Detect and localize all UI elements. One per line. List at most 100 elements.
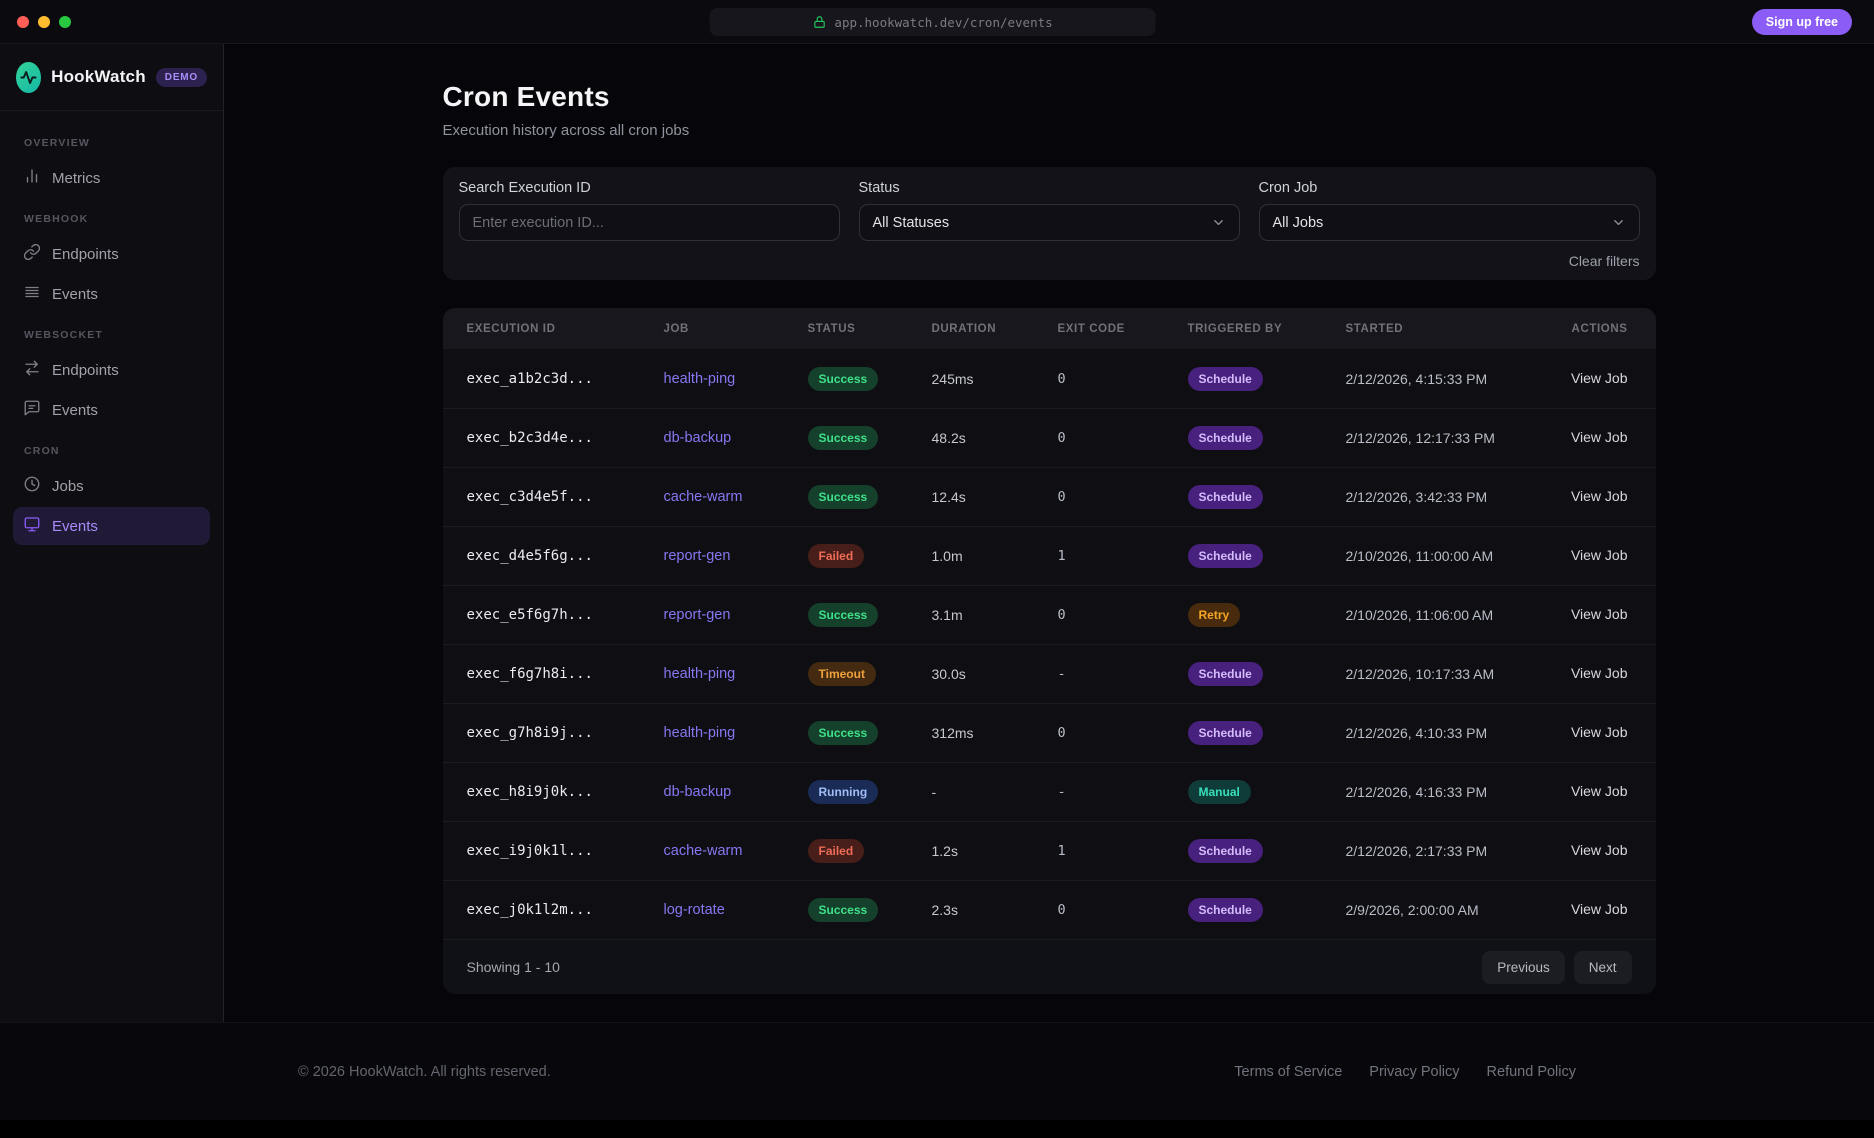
sidebar-item-overview-metrics[interactable]: Metrics bbox=[13, 159, 210, 197]
next-page-button[interactable]: Next bbox=[1574, 951, 1632, 984]
exit-code-cell: 1 bbox=[1058, 548, 1188, 564]
duration-cell: 3.1m bbox=[932, 607, 1058, 623]
job-link[interactable]: db-backup bbox=[664, 430, 808, 446]
exit-code-cell: 1 bbox=[1058, 843, 1188, 859]
status-label: Status bbox=[859, 180, 1240, 196]
job-link[interactable]: report-gen bbox=[664, 607, 808, 623]
execution-id-cell: exec_g7h8i9j... bbox=[467, 725, 664, 741]
column-header: TRIGGERED BY bbox=[1188, 323, 1346, 335]
filters-card: Search Execution ID Status All Statuses … bbox=[443, 167, 1656, 280]
link-icon bbox=[23, 243, 41, 265]
footer-link-terms-of-service[interactable]: Terms of Service bbox=[1234, 1064, 1342, 1080]
sidebar-item-websocket-events[interactable]: Events bbox=[13, 391, 210, 429]
cron-job-select[interactable]: All Jobs bbox=[1259, 204, 1640, 241]
execution-id-cell: exec_i9j0k1l... bbox=[467, 843, 664, 859]
job-link[interactable]: report-gen bbox=[664, 548, 808, 564]
view-job-link[interactable]: View Job bbox=[1571, 429, 1628, 445]
table-row: exec_a1b2c3d...health-pingSuccess245ms0S… bbox=[443, 349, 1656, 408]
close-window-button[interactable] bbox=[17, 16, 29, 28]
chat-bubble-icon bbox=[23, 399, 41, 421]
execution-id-cell: exec_h8i9j0k... bbox=[467, 784, 664, 800]
status-badge: Success bbox=[808, 898, 879, 922]
job-link[interactable]: log-rotate bbox=[664, 902, 808, 918]
table-row: exec_e5f6g7h...report-genSuccess3.1m0Ret… bbox=[443, 585, 1656, 644]
started-cell: 2/12/2026, 4:10:33 PM bbox=[1346, 725, 1561, 741]
sidebar-item-cron-jobs[interactable]: Jobs bbox=[13, 467, 210, 505]
previous-page-button[interactable]: Previous bbox=[1482, 951, 1565, 984]
footer-links: Terms of Service Privacy Policy Refund Pol… bbox=[1234, 1064, 1576, 1080]
trigger-cell: Schedule bbox=[1188, 544, 1346, 568]
page-subtitle: Execution history across all cron jobs bbox=[443, 122, 1656, 139]
trigger-badge: Schedule bbox=[1188, 426, 1263, 450]
execution-id-cell: exec_j0k1l2m... bbox=[467, 902, 664, 918]
started-cell: 2/10/2026, 11:00:00 AM bbox=[1346, 548, 1561, 564]
nav-section-label: OVERVIEW bbox=[24, 137, 199, 149]
table-row: exec_f6g7h8i...health-pingTimeout30.0s-S… bbox=[443, 644, 1656, 703]
table-pagination: Showing 1 - 10 Previous Next bbox=[443, 939, 1656, 994]
cron-job-filter: Cron Job All Jobs bbox=[1259, 180, 1640, 241]
trigger-cell: Manual bbox=[1188, 780, 1346, 804]
column-header: STATUS bbox=[808, 323, 932, 335]
view-job-link[interactable]: View Job bbox=[1571, 606, 1628, 622]
job-link[interactable]: health-ping bbox=[664, 725, 808, 741]
started-cell: 2/12/2026, 12:17:33 PM bbox=[1346, 430, 1561, 446]
actions-cell: View Job bbox=[1561, 901, 1628, 919]
address-bar[interactable]: app.hookwatch.dev/cron/events bbox=[710, 8, 1156, 36]
trigger-badge: Manual bbox=[1188, 780, 1251, 804]
sidebar-item-label: Events bbox=[52, 286, 98, 303]
started-cell: 2/12/2026, 4:15:33 PM bbox=[1346, 371, 1561, 387]
maximize-window-button[interactable] bbox=[59, 16, 71, 28]
sign-up-button[interactable]: Sign up free bbox=[1752, 9, 1852, 35]
sidebar-item-webhook-endpoints[interactable]: Endpoints bbox=[13, 235, 210, 273]
trigger-badge: Retry bbox=[1188, 603, 1241, 627]
job-link[interactable]: health-ping bbox=[664, 371, 808, 387]
status-badge: Running bbox=[808, 780, 879, 804]
exit-code-cell: 0 bbox=[1058, 607, 1188, 623]
brand-name: HookWatch bbox=[51, 67, 146, 87]
view-job-link[interactable]: View Job bbox=[1571, 901, 1628, 917]
footer-link-refund-policy[interactable]: Refund Policy bbox=[1487, 1064, 1576, 1080]
clear-filters-button[interactable]: Clear filters bbox=[1569, 253, 1640, 269]
job-link[interactable]: cache-warm bbox=[664, 489, 808, 505]
exit-code-cell: - bbox=[1058, 666, 1188, 682]
sidebar-item-webhook-events[interactable]: Events bbox=[13, 275, 210, 313]
sidebar-item-label: Events bbox=[52, 518, 98, 535]
view-job-link[interactable]: View Job bbox=[1571, 488, 1628, 504]
view-job-link[interactable]: View Job bbox=[1571, 665, 1628, 681]
sidebar: HookWatch DEMO OVERVIEWMetricsWEBHOOKEnd… bbox=[0, 44, 224, 1022]
status-cell: Timeout bbox=[808, 662, 932, 686]
trigger-cell: Schedule bbox=[1188, 662, 1346, 686]
cron-job-label: Cron Job bbox=[1259, 180, 1640, 196]
trigger-cell: Schedule bbox=[1188, 426, 1346, 450]
view-job-link[interactable]: View Job bbox=[1571, 724, 1628, 740]
actions-cell: View Job bbox=[1561, 488, 1628, 506]
job-link[interactable]: cache-warm bbox=[664, 843, 808, 859]
status-select[interactable]: All Statuses bbox=[859, 204, 1240, 241]
trigger-cell: Retry bbox=[1188, 603, 1346, 627]
table-row: exec_b2c3d4e...db-backupSuccess48.2s0Sch… bbox=[443, 408, 1656, 467]
sidebar-item-websocket-endpoints[interactable]: Endpoints bbox=[13, 351, 210, 389]
search-input[interactable] bbox=[459, 204, 840, 241]
table-row: exec_j0k1l2m...log-rotateSuccess2.3s0Sch… bbox=[443, 880, 1656, 939]
sidebar-item-cron-events[interactable]: Events bbox=[13, 507, 210, 545]
status-cell: Failed bbox=[808, 544, 932, 568]
view-job-link[interactable]: View Job bbox=[1571, 842, 1628, 858]
search-label: Search Execution ID bbox=[459, 180, 840, 196]
job-link[interactable]: db-backup bbox=[664, 784, 808, 800]
table-header-row: EXECUTION IDJOBSTATUSDURATIONEXIT CODETR… bbox=[443, 308, 1656, 349]
exit-code-cell: 0 bbox=[1058, 489, 1188, 505]
status-cell: Success bbox=[808, 367, 932, 391]
minimize-window-button[interactable] bbox=[38, 16, 50, 28]
table-row: exec_c3d4e5f...cache-warmSuccess12.4s0Sc… bbox=[443, 467, 1656, 526]
nav-section-label: WEBSOCKET bbox=[24, 329, 199, 341]
duration-cell: - bbox=[932, 784, 1058, 800]
job-link[interactable]: health-ping bbox=[664, 666, 808, 682]
view-job-link[interactable]: View Job bbox=[1571, 783, 1628, 799]
view-job-link[interactable]: View Job bbox=[1571, 370, 1628, 386]
trigger-cell: Schedule bbox=[1188, 367, 1346, 391]
view-job-link[interactable]: View Job bbox=[1571, 547, 1628, 563]
duration-cell: 312ms bbox=[932, 725, 1058, 741]
trigger-cell: Schedule bbox=[1188, 898, 1346, 922]
status-cell: Success bbox=[808, 426, 932, 450]
footer-link-privacy-policy[interactable]: Privacy Policy bbox=[1369, 1064, 1459, 1080]
